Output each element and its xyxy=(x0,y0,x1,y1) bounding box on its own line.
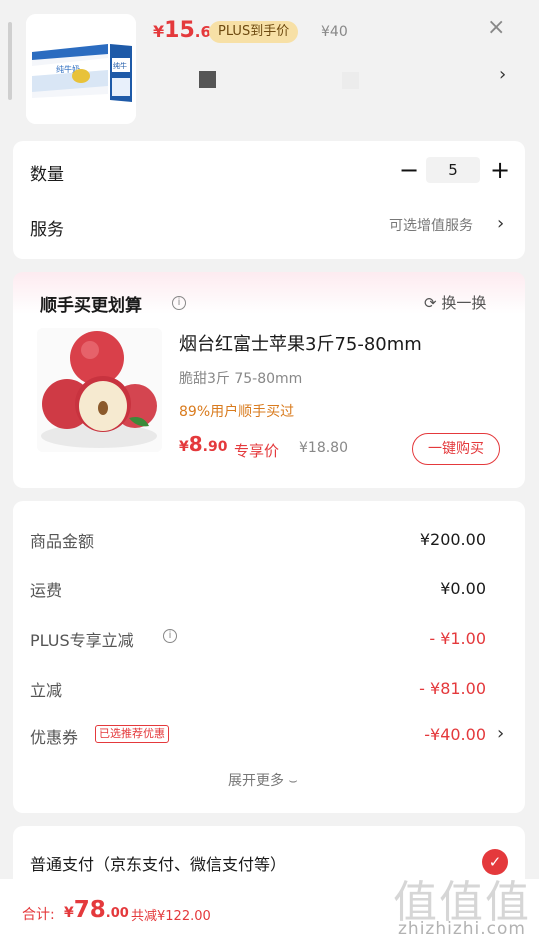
product-image[interactable]: 纯牛奶 纯牛 xyxy=(26,14,136,124)
quantity-label: 数量 xyxy=(30,165,64,185)
coupon-value[interactable]: -¥40.00 xyxy=(424,725,486,744)
scroll-indicator[interactable] xyxy=(8,22,12,100)
upsell-price-decimal: .90 xyxy=(202,439,228,455)
one-click-buy-button[interactable]: 一键购买 xyxy=(412,433,500,465)
sku-chevron-right-icon[interactable]: › xyxy=(499,64,506,85)
coupon-label: 优惠券 xyxy=(30,728,79,747)
swap-button[interactable]: ⟳ 换一换 xyxy=(424,292,486,313)
total-amount: ¥78.00 xyxy=(64,897,129,923)
apple-product-image[interactable] xyxy=(37,328,162,452)
close-button[interactable]: × xyxy=(487,16,505,40)
upsell-item-price: ¥8.90 xyxy=(179,432,227,456)
exclusive-price-label: 专享价 xyxy=(234,442,280,460)
upsell-price-symbol: ¥ xyxy=(179,439,189,455)
upsell-title: 顺手买更划算 xyxy=(40,296,142,316)
service-chevron-right-icon[interactable]: › xyxy=(497,213,504,234)
shipping-value: ¥0.00 xyxy=(440,579,486,598)
plus-discount-label: PLUS专享立减 xyxy=(30,631,134,650)
price-integer: 15 xyxy=(164,18,195,43)
upsell-price-integer: 8 xyxy=(188,432,203,456)
total-decimal: .00 xyxy=(105,906,129,921)
plus-discount-info-icon[interactable]: i xyxy=(163,629,177,643)
product-price: ¥15.6 xyxy=(153,18,211,43)
refresh-icon: ⟳ xyxy=(424,294,437,312)
service-option-link[interactable]: 可选增值服务 xyxy=(389,215,473,235)
svg-text:纯牛: 纯牛 xyxy=(113,61,127,70)
sku-swatch-light[interactable] xyxy=(342,72,359,89)
upsell-original-price: ¥18.80 xyxy=(299,440,348,456)
quantity-minus-button[interactable]: − xyxy=(399,157,419,183)
instant-discount-value: - ¥81.00 xyxy=(419,679,486,698)
service-label: 服务 xyxy=(30,220,64,240)
goods-amount-label: 商品金额 xyxy=(30,532,95,551)
upsell-item-spec: 脆甜3斤 75-80mm xyxy=(179,371,303,387)
shipping-label: 运费 xyxy=(30,581,63,600)
watermark-url: zhizhizhi.com xyxy=(398,919,526,939)
total-label: 合计: xyxy=(22,907,55,923)
coupon-chevron-right-icon[interactable]: › xyxy=(497,723,504,744)
upsell-item-popularity: 89%用户顺手买过 xyxy=(179,404,295,420)
milk-box-image: 纯牛奶 纯牛 xyxy=(26,14,136,124)
sku-swatch-dark[interactable] xyxy=(199,71,216,88)
instant-discount-label: 立减 xyxy=(30,681,63,700)
price-symbol: ¥ xyxy=(153,22,165,41)
plus-price-badge: PLUS到手价 xyxy=(209,21,299,43)
quantity-stepper[interactable]: 5 xyxy=(426,157,480,183)
apple-image xyxy=(37,328,162,452)
plus-discount-value: - ¥1.00 xyxy=(429,629,486,648)
payment-method-label[interactable]: 普通支付（京东支付、微信支付等） xyxy=(30,851,286,875)
total-integer: 78 xyxy=(73,897,106,923)
total-savings: 共减¥122.00 xyxy=(131,909,211,924)
goods-amount-value: ¥200.00 xyxy=(419,530,486,549)
total-symbol: ¥ xyxy=(64,905,74,921)
quantity-plus-button[interactable]: + xyxy=(490,157,510,183)
upsell-item-name[interactable]: 烟台红富士苹果3斤75-80mm xyxy=(179,330,422,356)
original-price: ¥40 xyxy=(321,24,348,40)
swap-label: 换一换 xyxy=(441,294,487,312)
coupon-recommended-tag: 已选推荐优惠 xyxy=(95,725,169,743)
upsell-info-icon[interactable]: i xyxy=(172,296,186,310)
expand-more-button[interactable]: 展开更多 ⌣ xyxy=(228,770,298,790)
